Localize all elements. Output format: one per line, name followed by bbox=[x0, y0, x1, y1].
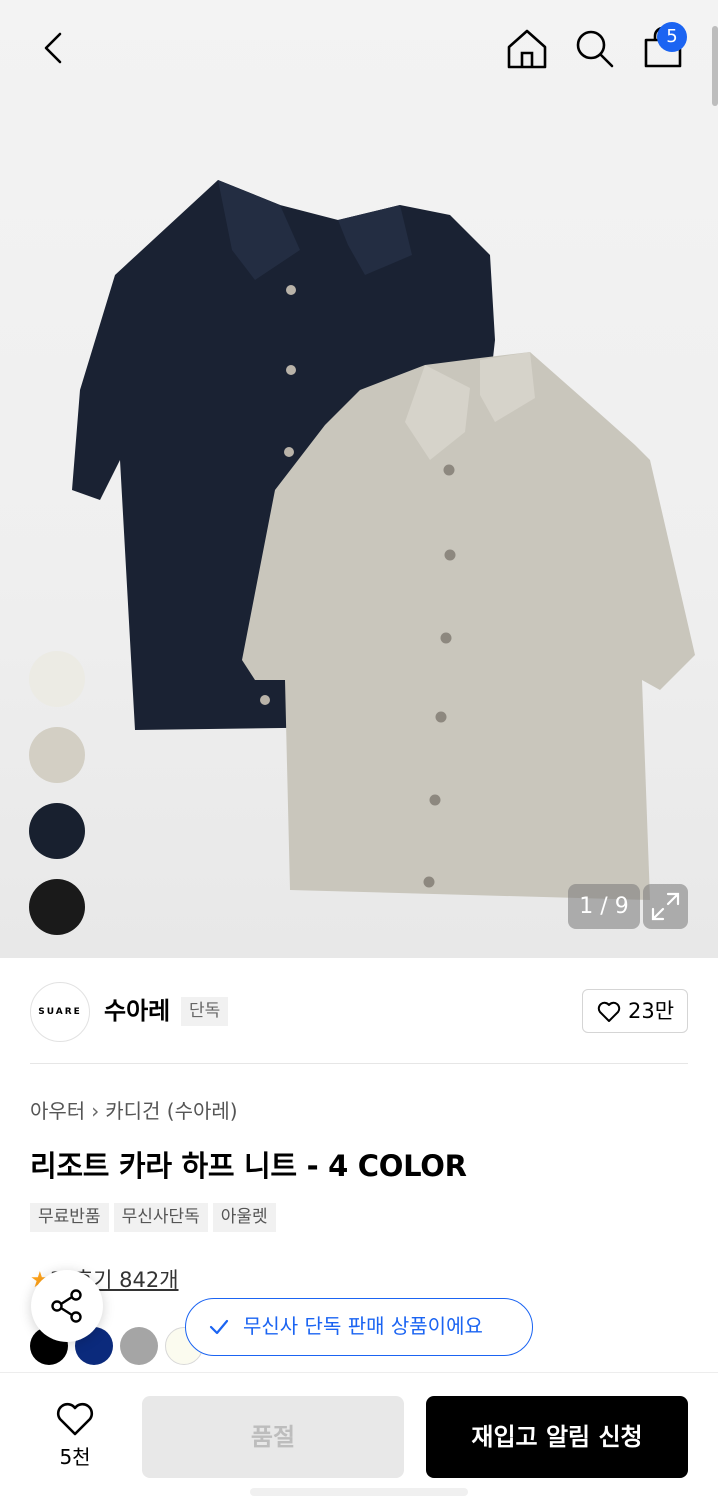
expand-button[interactable] bbox=[643, 884, 688, 929]
image-counter: 1 / 9 bbox=[568, 884, 640, 929]
check-icon bbox=[209, 1319, 229, 1335]
chip-outlet: 아울렛 bbox=[212, 1203, 276, 1232]
swatch-black[interactable] bbox=[29, 879, 85, 935]
product-image[interactable] bbox=[60, 160, 718, 930]
heart-icon bbox=[597, 1001, 621, 1022]
swatch-ivory[interactable] bbox=[29, 651, 85, 707]
chevron-right-icon: › bbox=[91, 1099, 100, 1123]
swatch-navy[interactable] bbox=[29, 803, 85, 859]
share-button[interactable] bbox=[31, 1270, 103, 1342]
breadcrumb-subcategory[interactable]: 카디건 (수아레) bbox=[105, 1099, 237, 1123]
brand-exclusive-tag: 단독 bbox=[181, 997, 229, 1026]
home-button[interactable] bbox=[505, 26, 549, 70]
brand-logo[interactable]: SUARE bbox=[30, 982, 90, 1042]
chip-free-return: 무료반품 bbox=[30, 1203, 109, 1232]
exclusive-toast: 무신사 단독 판매 상품이에요 bbox=[185, 1298, 533, 1356]
brand-like-button[interactable]: 23만 bbox=[582, 989, 688, 1033]
product-title: 리조트 카라 하프 니트 - 4 COLOR bbox=[30, 1149, 467, 1183]
chevron-left-icon bbox=[44, 32, 62, 64]
home-indicator bbox=[250, 1488, 468, 1496]
divider bbox=[30, 1063, 688, 1064]
cart-count-badge: 5 bbox=[657, 22, 687, 52]
wishlist-count: 5천 bbox=[59, 1445, 91, 1469]
search-icon bbox=[576, 30, 614, 68]
soldout-button[interactable]: 품절 bbox=[142, 1396, 404, 1478]
chip-exclusive: 무신사단독 bbox=[113, 1203, 208, 1232]
toast-text: 무신사 단독 판매 상품이에요 bbox=[243, 1314, 483, 1338]
restock-alert-button[interactable]: 재입고 알림 신청 bbox=[426, 1396, 688, 1478]
share-icon bbox=[51, 1289, 82, 1323]
search-button[interactable] bbox=[572, 26, 616, 70]
breadcrumb-category[interactable]: 아우터 bbox=[30, 1099, 85, 1123]
benefit-chips: 무료반품 무신사단독 아울렛 bbox=[30, 1203, 276, 1232]
back-button[interactable] bbox=[32, 26, 76, 70]
swatch-beige[interactable] bbox=[29, 727, 85, 783]
bottom-action-bar: 5천 품절 재입고 알림 신청 bbox=[0, 1372, 718, 1500]
product-gallery[interactable]: 5 1 / 9 bbox=[0, 0, 718, 958]
breadcrumb: 아우터 › 카디건 (수아레) bbox=[30, 1096, 238, 1126]
brand-name[interactable]: 수아레 bbox=[104, 994, 170, 1028]
wishlist-button[interactable]: 5천 bbox=[40, 1397, 110, 1477]
heart-icon bbox=[56, 1402, 94, 1436]
home-icon bbox=[507, 29, 547, 69]
expand-icon bbox=[651, 892, 680, 921]
top-bar: 5 bbox=[0, 0, 718, 100]
color-option-gray[interactable] bbox=[120, 1327, 158, 1365]
brand-like-count: 23만 bbox=[628, 999, 675, 1023]
